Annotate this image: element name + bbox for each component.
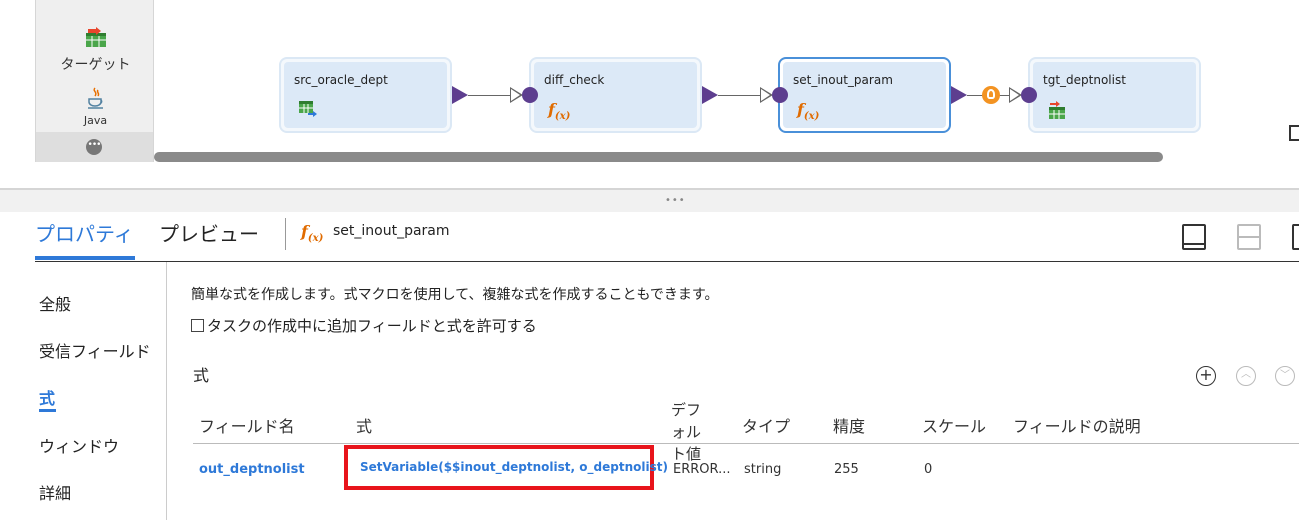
input-port-icon[interactable] bbox=[772, 87, 788, 103]
move-up-button[interactable]: ︿ bbox=[1236, 366, 1256, 386]
expression-fx-icon: f(x) bbox=[301, 222, 323, 244]
output-port-icon[interactable] bbox=[951, 86, 967, 104]
default-value-cell: ERROR... bbox=[673, 462, 731, 477]
column-scale: スケール bbox=[922, 417, 987, 436]
type-cell: string bbox=[744, 462, 782, 477]
output-port-icon[interactable] bbox=[702, 86, 718, 104]
splitter-grip-icon: ••• bbox=[665, 195, 686, 206]
fx-sub: (x) bbox=[554, 111, 571, 123]
allow-fields-label: タスクの作成中に追加フィールドと式を許可する bbox=[207, 317, 537, 335]
palette-more-button[interactable]: ••• bbox=[36, 132, 153, 162]
link-line bbox=[468, 95, 512, 96]
sidebar-item-expression[interactable]: 式 bbox=[39, 385, 55, 409]
sidebar-item-incoming-fields[interactable]: 受信フィールド bbox=[39, 338, 151, 362]
node-title: src_oracle_dept bbox=[294, 73, 388, 87]
palette-target-label: ターゲット bbox=[60, 57, 131, 73]
expression-fields-table: フィールド名 式 デフォルト値 タイプ 精度 スケール フィールドの説明 out… bbox=[193, 397, 1299, 497]
fx-glyph: f bbox=[548, 100, 555, 119]
column-type: タイプ bbox=[742, 417, 791, 436]
tab-preview[interactable]: プレビュー bbox=[159, 218, 259, 247]
link-line bbox=[718, 95, 762, 96]
panel-splitter[interactable]: ••• bbox=[0, 188, 1299, 212]
output-port-icon[interactable] bbox=[452, 86, 468, 104]
layout-side-panel-icon[interactable] bbox=[1292, 224, 1299, 250]
tab-properties[interactable]: プロパティ bbox=[35, 218, 134, 247]
expression-fx-icon: f(x) bbox=[548, 100, 570, 122]
expression-description: 簡単な式を作成します。式マクロを使用して、複雑な式を作成することもできます。 bbox=[191, 287, 719, 303]
node-set-inout-param[interactable]: set_inout_param f(x) bbox=[778, 57, 951, 133]
column-default-value: デフォルト値 bbox=[671, 401, 702, 463]
sidebar-item-advanced[interactable]: 詳細 bbox=[39, 480, 71, 504]
fx-sub: (x) bbox=[307, 233, 324, 245]
minimap-icon[interactable] bbox=[1289, 125, 1299, 141]
lightbulb-icon[interactable] bbox=[982, 86, 1000, 104]
target-table-icon bbox=[85, 27, 106, 47]
precision-cell: 255 bbox=[834, 462, 859, 477]
node-src-oracle-dept[interactable]: src_oracle_dept bbox=[279, 57, 452, 133]
target-table-icon bbox=[1047, 100, 1067, 124]
mapping-designer: ターゲット Java ••• src_oracle_dept diff_chec… bbox=[0, 0, 1299, 520]
java-icon bbox=[87, 87, 103, 109]
selected-object-name: set_inout_param bbox=[333, 223, 450, 239]
node-tgt-deptnolist[interactable]: tgt_deptnolist bbox=[1028, 57, 1201, 133]
scale-cell: 0 bbox=[924, 462, 933, 477]
palette-item-java[interactable]: Java bbox=[36, 86, 155, 127]
fx-glyph: f bbox=[301, 222, 308, 241]
active-tab-indicator bbox=[35, 256, 135, 260]
expression-fx-icon: f(x) bbox=[797, 100, 819, 122]
node-title: diff_check bbox=[544, 73, 605, 87]
field-name-link[interactable]: out_deptnolist bbox=[199, 462, 305, 477]
input-port-icon[interactable] bbox=[1021, 87, 1037, 103]
node-title: tgt_deptnolist bbox=[1043, 73, 1126, 87]
node-diff-check[interactable]: diff_check f(x) bbox=[529, 57, 702, 133]
source-table-icon bbox=[298, 100, 318, 122]
node-title: set_inout_param bbox=[793, 73, 893, 87]
sidebar-item-general[interactable]: 全般 bbox=[39, 291, 71, 315]
palette-item-target[interactable]: ターゲット bbox=[36, 26, 155, 74]
expression-section-title: 式 bbox=[193, 366, 210, 385]
add-field-button[interactable]: + bbox=[1196, 366, 1216, 386]
layout-split-panel-icon[interactable] bbox=[1237, 224, 1261, 250]
layout-bottom-panel-icon[interactable] bbox=[1182, 224, 1206, 250]
move-down-button[interactable]: ﹀ bbox=[1275, 366, 1295, 386]
more-icon: ••• bbox=[86, 139, 102, 155]
column-precision: 精度 bbox=[833, 417, 866, 436]
allow-fields-checkbox[interactable] bbox=[191, 319, 204, 332]
column-description: フィールドの説明 bbox=[1013, 417, 1141, 436]
table-header: フィールド名 式 デフォルト値 タイプ 精度 スケール フィールドの説明 bbox=[193, 397, 1299, 463]
allow-fields-checkbox-row[interactable]: タスクの作成中に追加フィールドと式を許可する bbox=[191, 315, 537, 336]
properties-sidebar: 全般 受信フィールド 式 ウィンドウ 詳細 bbox=[0, 262, 167, 520]
column-field-name: フィールド名 bbox=[199, 417, 295, 436]
expression-highlight-box: SetVariable($$inout_deptnolist, o_deptno… bbox=[344, 445, 668, 490]
palette-java-label: Java bbox=[83, 114, 108, 127]
sidebar-item-window[interactable]: ウィンドウ bbox=[39, 433, 119, 457]
fx-glyph: f bbox=[797, 100, 804, 119]
column-expression: 式 bbox=[356, 417, 373, 436]
tab-separator bbox=[285, 218, 286, 250]
transformation-palette: ターゲット Java ••• bbox=[35, 0, 154, 162]
input-port-icon[interactable] bbox=[522, 87, 538, 103]
fx-sub: (x) bbox=[803, 111, 820, 123]
expression-link[interactable]: SetVariable($$inout_deptnolist, o_deptno… bbox=[360, 460, 668, 474]
active-sidebar-indicator bbox=[39, 409, 56, 412]
canvas-horizontal-scrollbar[interactable] bbox=[154, 152, 1163, 162]
panel-tabs: プロパティ プレビュー f(x) set_inout_param bbox=[35, 212, 1299, 262]
